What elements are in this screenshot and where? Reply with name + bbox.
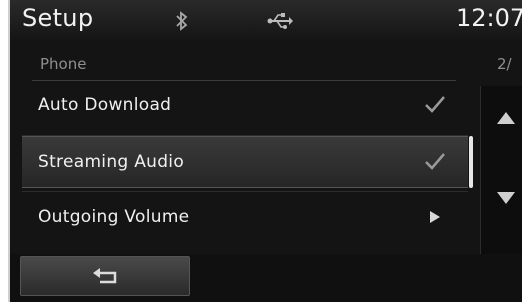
section-title: Phone — [40, 55, 87, 73]
header-bar: Setup 12:07 — [10, 0, 522, 42]
usb-icon — [267, 13, 293, 29]
scroll-down-icon — [497, 192, 515, 204]
list-item-auto-download[interactable]: Auto Download — [22, 80, 468, 132]
page-title: Setup — [22, 4, 94, 32]
setup-screen: Setup 12:07 Phone 2/ Auto Download Strea… — [8, 0, 522, 302]
clock: 12:07 — [456, 4, 522, 32]
list-item-streaming-audio[interactable]: Streaming Audio — [22, 136, 468, 188]
check-icon[interactable] — [424, 151, 446, 171]
list-scrollbar-thumb[interactable] — [469, 136, 473, 188]
bluetooth-icon — [176, 11, 188, 31]
back-button[interactable] — [20, 256, 190, 296]
list-item-label: Outgoing Volume — [38, 207, 190, 227]
list-item-label: Auto Download — [38, 95, 172, 115]
scroll-down-button[interactable] — [488, 180, 522, 222]
scroll-up-button[interactable] — [488, 100, 522, 142]
arrow-right-icon — [430, 211, 440, 223]
check-icon[interactable] — [424, 94, 446, 114]
scroll-up-icon — [497, 112, 515, 124]
page-indicator: 2/ — [497, 55, 512, 73]
back-arrow-icon — [93, 268, 117, 284]
list-item-outgoing-volume[interactable]: Outgoing Volume — [22, 192, 468, 244]
list-item-label: Streaming Audio — [38, 152, 185, 172]
